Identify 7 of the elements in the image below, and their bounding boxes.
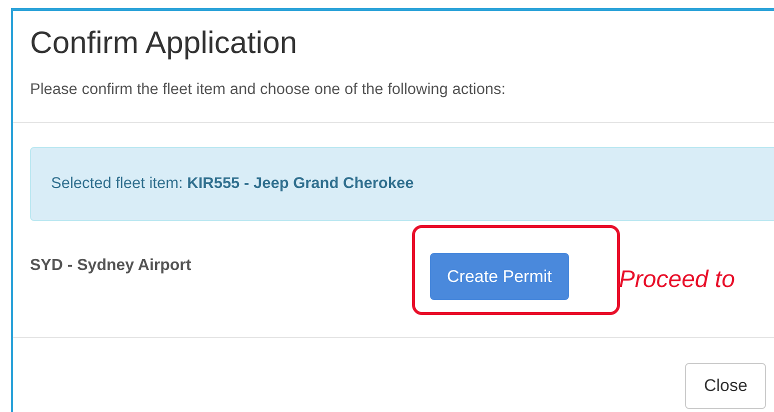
close-button[interactable]: Close — [685, 363, 766, 409]
create-permit-button[interactable]: Create Permit — [430, 253, 569, 300]
location-label: SYD - Sydney Airport — [30, 257, 192, 275]
dialog-title: Confirm Application — [30, 24, 298, 62]
annotation-text: Proceed to — [618, 266, 735, 294]
dialog-subtitle: Please confirm the fleet item and choose one of the following actions: — [30, 81, 507, 99]
alert-text: Selected fleet item: KIR555 - Jeep Grand Cherokee — [51, 175, 414, 193]
